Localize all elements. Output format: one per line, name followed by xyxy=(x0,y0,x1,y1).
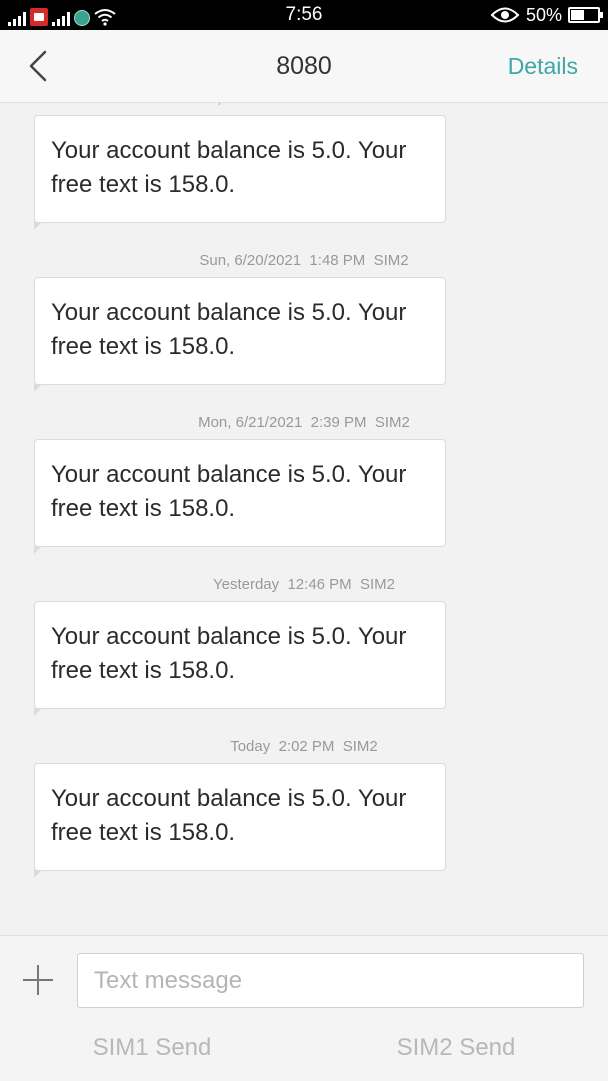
plus-icon xyxy=(23,965,53,995)
message-thread[interactable]: Fri, 6/18/2021 12:35 PM SIM2 Your accoun… xyxy=(0,103,608,935)
conversation-header: 8080 Details xyxy=(0,30,608,103)
message-bubble[interactable]: Your account balance is 5.0. Your free t… xyxy=(34,763,446,878)
attach-button[interactable] xyxy=(22,964,54,996)
message-input[interactable] xyxy=(77,953,584,1008)
status-bar: 7:56 50% xyxy=(0,0,608,30)
battery-percent: 50% xyxy=(525,4,562,25)
sim2-send-button[interactable]: SIM2 Send xyxy=(356,1028,556,1068)
message-bubble[interactable]: Your account balance is 5.0. Your free t… xyxy=(34,115,446,230)
message-timestamp: Fri, 6/18/2021 12:35 PM SIM2 xyxy=(0,103,608,115)
battery-level-fill xyxy=(571,10,584,20)
message-bubble[interactable]: Your account balance is 5.0. Your free t… xyxy=(34,277,446,392)
eye-icon xyxy=(490,7,520,23)
status-icons-right: 50% xyxy=(490,0,603,30)
message-bubble[interactable]: Your account balance is 5.0. Your free t… xyxy=(34,601,446,716)
message-timestamp: Sun, 6/20/2021 1:48 PM SIM2 xyxy=(199,252,409,269)
message-composer: SIM1 Send SIM2 Send xyxy=(0,935,608,1081)
message-list: Fri, 6/18/2021 12:35 PM SIM2 Your accoun… xyxy=(0,103,608,893)
sim1-send-button[interactable]: SIM1 Send xyxy=(52,1028,252,1068)
message-timestamp: Yesterday 12:46 PM SIM2 xyxy=(212,576,396,593)
details-button[interactable]: Details xyxy=(508,30,578,102)
battery-icon xyxy=(568,7,603,23)
message-bubble[interactable]: Your account balance is 5.0. Your free t… xyxy=(34,439,446,554)
message-timestamp: Today 2:02 PM SIM2 xyxy=(230,738,378,755)
message-timestamp: Mon, 6/21/2021 2:39 PM SIM2 xyxy=(198,414,410,431)
